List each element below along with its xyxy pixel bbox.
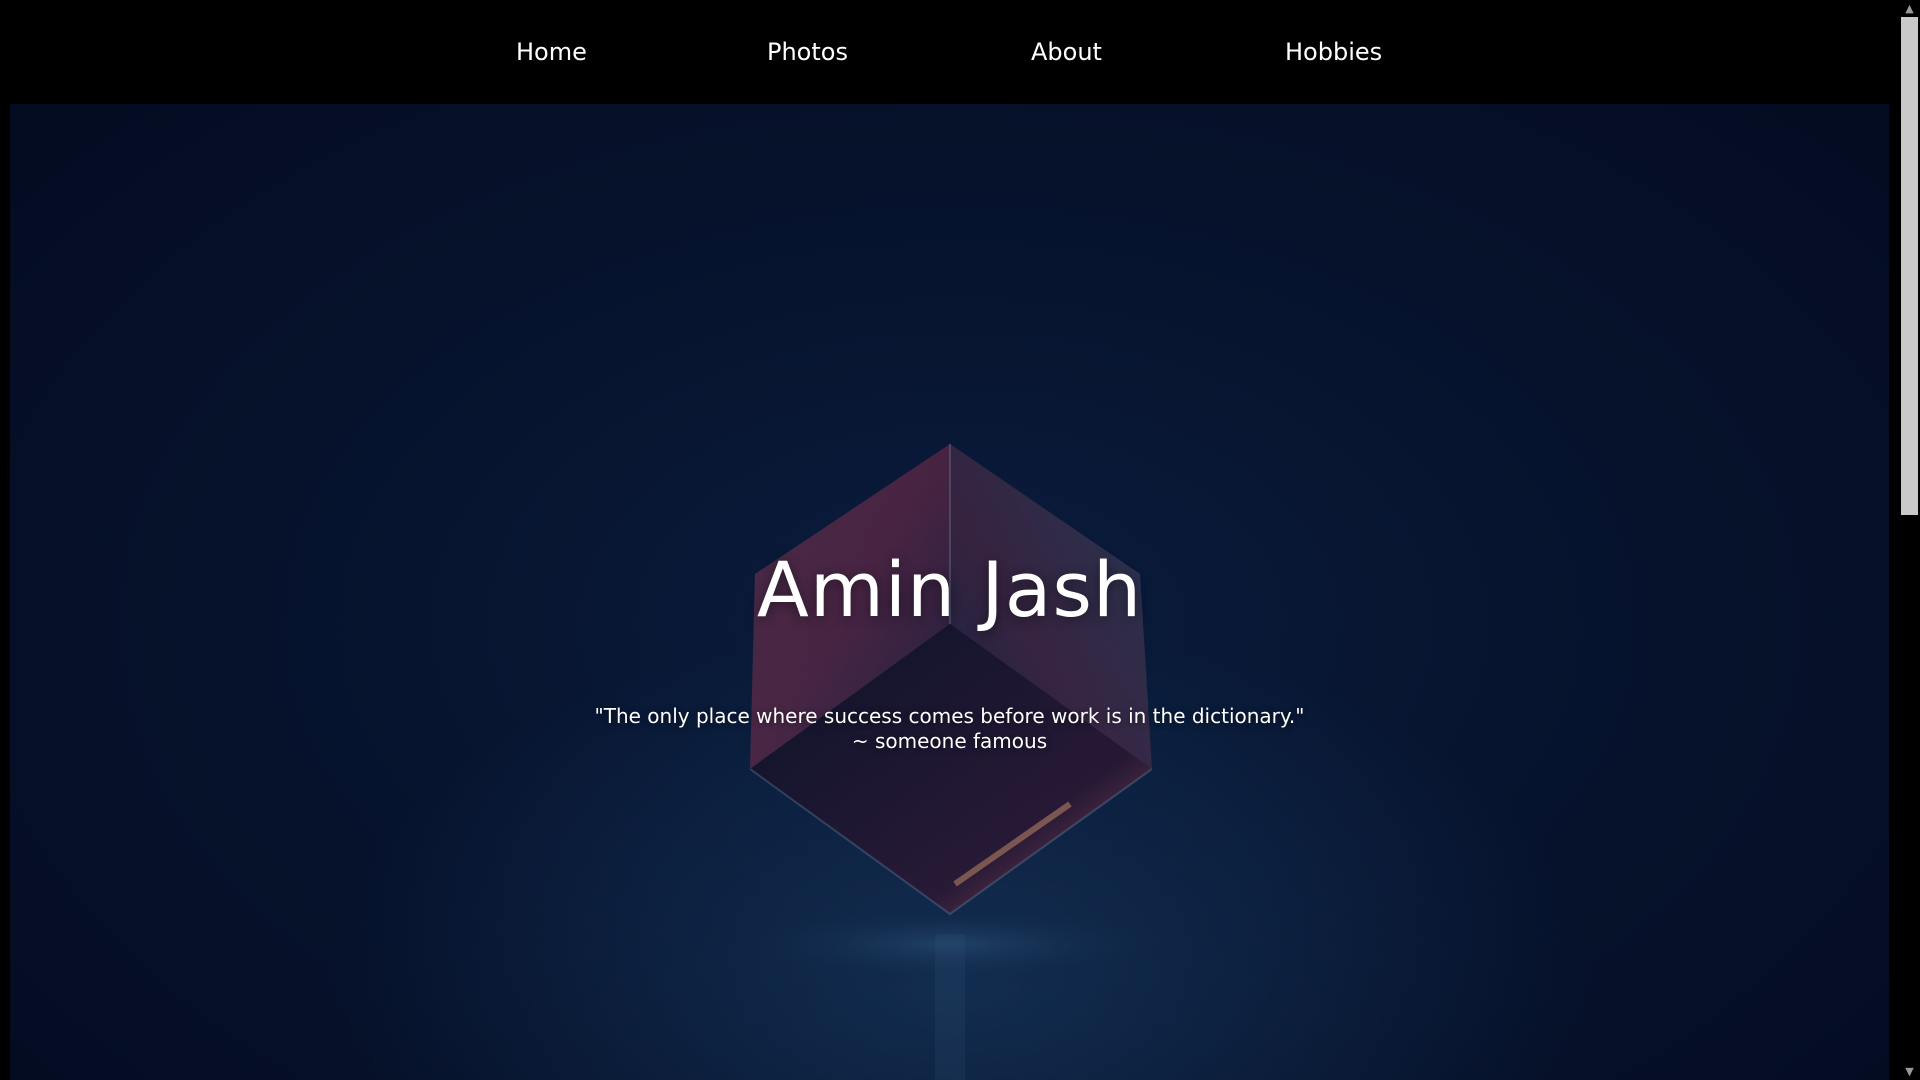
vertical-scrollbar[interactable]: ▲ ▼ xyxy=(1899,0,1920,1080)
scroll-down-arrow-icon[interactable]: ▼ xyxy=(1899,1063,1920,1080)
hero-section: Amin Jash "The only place where success … xyxy=(10,104,1889,1080)
nav-bar: Home Photos About Hobbies xyxy=(0,0,1899,104)
nav-link-hobbies[interactable]: Hobbies xyxy=(1285,34,1382,70)
nav-link-home[interactable]: Home xyxy=(516,34,587,70)
page: Home Photos About Hobbies Amin Jash "The… xyxy=(0,0,1920,1080)
scroll-up-arrow-icon[interactable]: ▲ xyxy=(1899,0,1920,17)
scrollbar-thumb[interactable] xyxy=(1901,17,1918,515)
hero-quote: "The only place where success comes befo… xyxy=(10,704,1889,754)
quote-text: "The only place where success comes befo… xyxy=(594,704,1305,728)
hero-title: Amin Jash xyxy=(756,545,1143,634)
nav-link-photos[interactable]: Photos xyxy=(767,34,848,70)
quote-attribution: ~ someone famous xyxy=(851,729,1048,753)
nav-link-about[interactable]: About xyxy=(1031,34,1102,70)
